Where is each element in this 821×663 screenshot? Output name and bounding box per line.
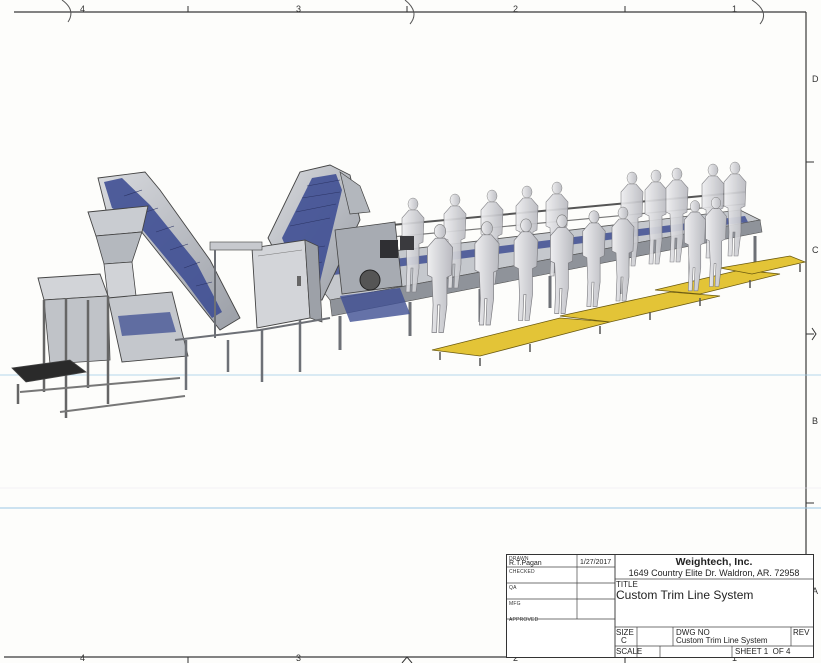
rev-label: REV (793, 628, 810, 637)
drawing-sheet: 4 3 2 1 4 3 2 1 D C B A DRAWN R.T.Pagan … (0, 0, 821, 663)
control-cabinet (251, 239, 323, 329)
checked-label: CHECKED (509, 569, 535, 575)
mfg-label: MFG (509, 601, 521, 607)
qa-label: QA (509, 585, 517, 591)
drawing-title: Custom Trim Line System (616, 588, 754, 602)
drawn-by-value: R.T.Pagan (509, 560, 542, 567)
drawn-date-value: 1/27/2017 (580, 559, 612, 566)
title-block: DRAWN R.T.Pagan 1/27/2017 CHECKED QA MFG… (506, 554, 814, 658)
dwg-no-value: Custom Trim Line System (676, 636, 768, 645)
sheet-number: SHEET 1 OF 4 (735, 647, 791, 656)
approved-label: APPROVED (509, 617, 539, 623)
company-address: 1649 Country Elite Dr. Waldron, AR. 7295… (628, 568, 800, 578)
size-value: C (621, 636, 627, 645)
company-name: Weightech, Inc. (675, 556, 753, 568)
scale-label: SCALE (616, 647, 643, 656)
